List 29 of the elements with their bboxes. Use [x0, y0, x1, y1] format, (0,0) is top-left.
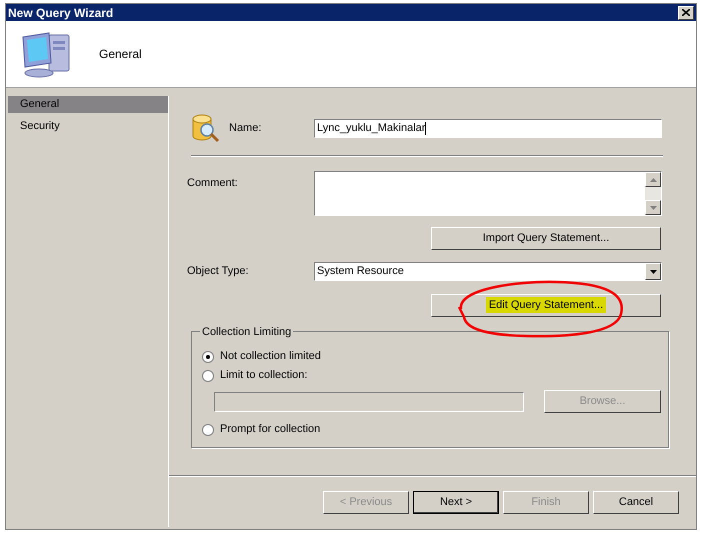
- window-title: New Query Wizard: [8, 4, 114, 22]
- collection-field[interactable]: [214, 392, 524, 412]
- radio-label[interactable]: Not collection limited: [220, 348, 321, 365]
- radio-button[interactable]: [202, 370, 214, 382]
- wizard-button[interactable]: Cancel: [593, 491, 679, 514]
- close-button[interactable]: [678, 6, 694, 20]
- radio-label[interactable]: Limit to collection:: [220, 367, 308, 384]
- comment-label: Comment:: [187, 176, 239, 191]
- page-title: General: [99, 46, 142, 63]
- object-type-dropdown[interactable]: System Resource: [314, 262, 662, 281]
- comment-field[interactable]: [314, 171, 662, 216]
- edit-query-button[interactable]: Edit Query Statement...: [431, 294, 661, 317]
- down-arrow-icon: [650, 206, 656, 210]
- up-arrow-icon: [650, 178, 656, 182]
- wizard-button[interactable]: Next >: [413, 491, 499, 514]
- radio-button[interactable]: [202, 424, 214, 436]
- radio-button[interactable]: [202, 350, 214, 362]
- name-field[interactable]: Lync_yuklu_Makinalar: [314, 118, 662, 138]
- radio-label[interactable]: Prompt for collection: [220, 421, 320, 438]
- name-label: Name:: [229, 120, 262, 136]
- database-search-icon: [191, 114, 221, 142]
- sidebar-item[interactable]: Security: [8, 118, 168, 135]
- dropdown-arrow-icon: [650, 270, 656, 274]
- group-title: Collection Limiting: [200, 324, 294, 340]
- close-icon: [682, 9, 690, 16]
- sidebar-item[interactable]: General: [8, 96, 168, 113]
- import-query-button[interactable]: Import Query Statement...: [431, 227, 661, 250]
- object-type-label: Object Type:: [187, 264, 250, 280]
- scrollbar[interactable]: [645, 172, 661, 215]
